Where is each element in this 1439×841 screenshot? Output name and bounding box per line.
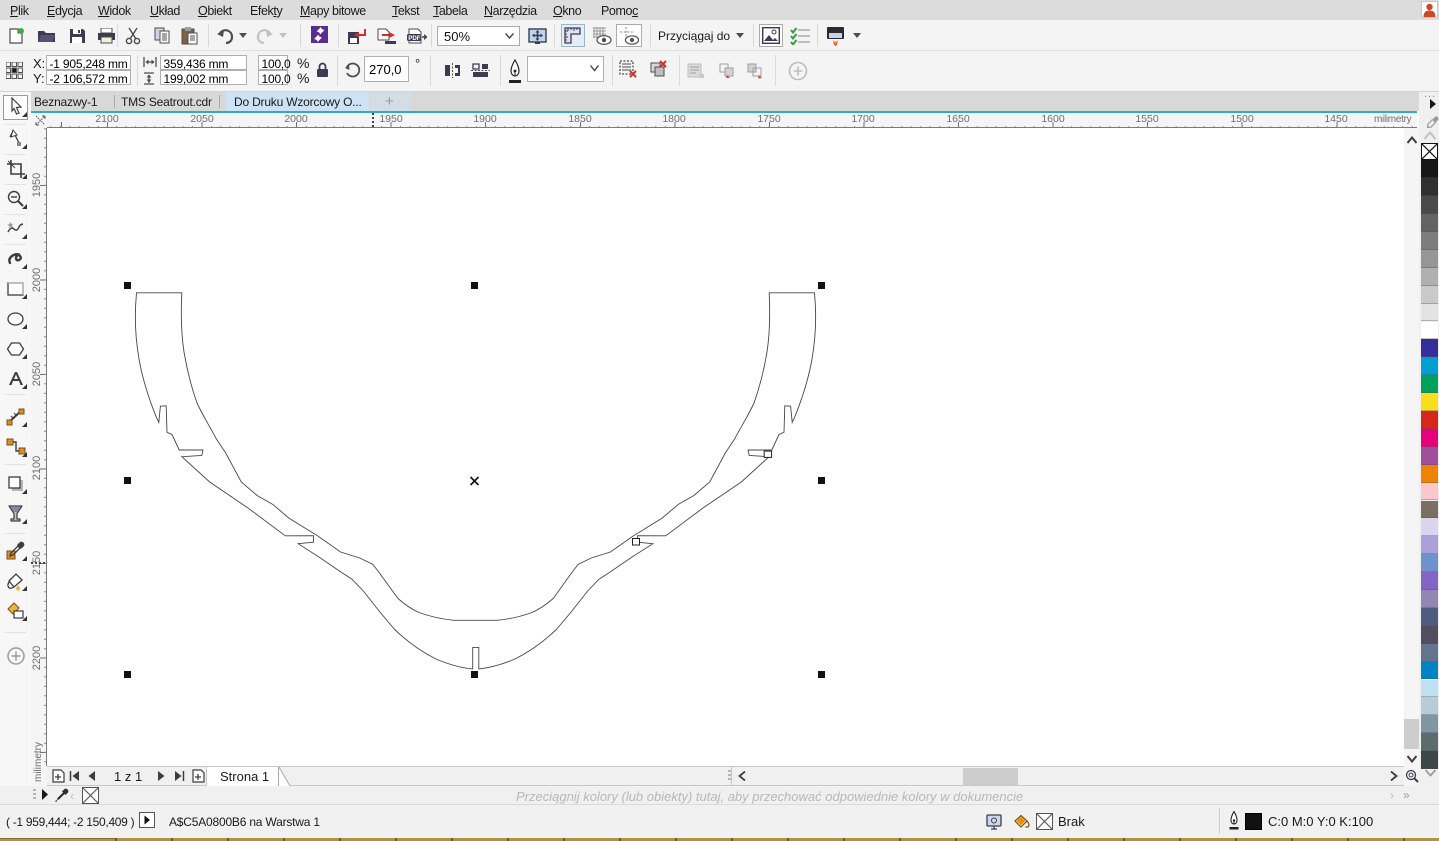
svg-text:PDF: PDF: [408, 35, 421, 42]
